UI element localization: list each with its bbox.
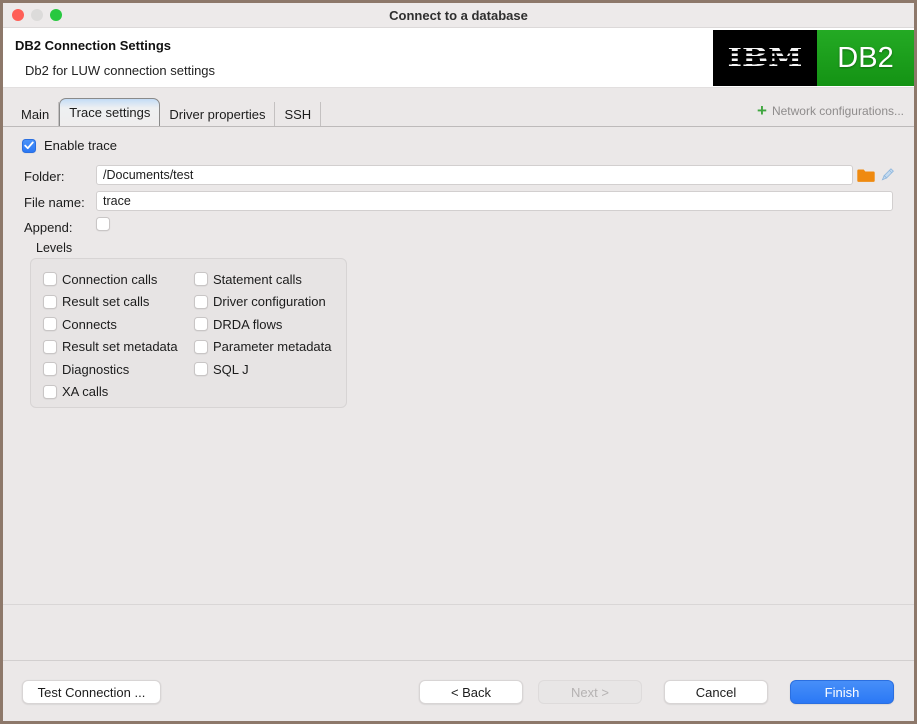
tab-bar: Main Trace settings Driver properties SS… [3, 99, 914, 127]
cancel-button[interactable]: Cancel [664, 680, 768, 704]
window-title: Connect to a database [3, 3, 914, 28]
folder-input[interactable] [96, 165, 853, 185]
folder-icon[interactable] [857, 167, 875, 188]
result-set-metadata-checkbox[interactable] [43, 340, 57, 354]
connects-checkbox[interactable] [43, 317, 57, 331]
level-row: XA calls [43, 385, 178, 399]
checkbox-label: Result set calls [62, 294, 149, 309]
level-row: Parameter metadata [194, 340, 332, 354]
driver-configuration-checkbox[interactable] [194, 295, 208, 309]
drda-flows-checkbox[interactable] [194, 317, 208, 331]
pencil-icon[interactable] [879, 167, 895, 188]
level-row: Result set metadata [43, 340, 178, 354]
checkbox-label: SQL J [213, 362, 249, 377]
checkbox-label: XA calls [62, 384, 108, 399]
test-connection-button[interactable]: Test Connection ... [22, 680, 161, 704]
checkbox-label: Parameter metadata [213, 339, 332, 354]
checkbox-label: DRDA flows [213, 317, 282, 332]
tab-main[interactable]: Main [11, 102, 59, 126]
append-label: Append: [24, 220, 72, 235]
page-title: DB2 Connection Settings [15, 38, 171, 53]
level-row: SQL J [194, 362, 332, 376]
network-configurations-link[interactable]: + Network configurations... [757, 104, 904, 118]
checkbox-label: Diagnostics [62, 362, 129, 377]
checkbox-label: Result set metadata [62, 339, 178, 354]
ibm-stripes-decoration [713, 43, 817, 73]
file-name-label: File name: [24, 195, 85, 210]
checkbox-label: Connection calls [62, 272, 157, 287]
content-separator [3, 604, 914, 605]
next-button: Next > [538, 680, 642, 704]
folder-label: Folder: [24, 169, 64, 184]
finish-button[interactable]: Finish [790, 680, 894, 704]
sql-j-checkbox[interactable] [194, 362, 208, 376]
enable-trace-row: Enable trace [22, 138, 117, 153]
append-checkbox[interactable] [96, 217, 110, 231]
file-name-input[interactable] [96, 191, 893, 211]
footer-separator [3, 660, 914, 661]
enable-trace-checkbox[interactable] [22, 139, 36, 153]
tab-driver-properties[interactable]: Driver properties [160, 102, 275, 126]
titlebar: Connect to a database [3, 3, 914, 28]
statement-calls-checkbox[interactable] [194, 272, 208, 286]
levels-group-label: Levels [36, 241, 72, 255]
result-set-calls-checkbox[interactable] [43, 295, 57, 309]
tab-trace-settings[interactable]: Trace settings [59, 98, 160, 126]
checkbox-label: Driver configuration [213, 294, 326, 309]
ibm-logo: IBM [713, 30, 817, 86]
level-row: DRDA flows [194, 317, 332, 331]
level-row: Connects [43, 317, 178, 331]
page-subtitle: Db2 for LUW connection settings [25, 63, 215, 78]
level-row: Result set calls [43, 295, 178, 309]
diagnostics-checkbox[interactable] [43, 362, 57, 376]
level-row: Statement calls [194, 272, 332, 286]
plus-icon: + [757, 105, 767, 117]
level-row: Connection calls [43, 272, 178, 286]
tab-ssh[interactable]: SSH [275, 102, 321, 126]
level-row: Diagnostics [43, 362, 178, 376]
levels-group: Connection calls Result set calls Connec… [30, 258, 347, 408]
db2-logo: DB2 [817, 30, 914, 86]
checkbox-label: Connects [62, 317, 117, 332]
parameter-metadata-checkbox[interactable] [194, 340, 208, 354]
checkbox-label: Statement calls [213, 272, 302, 287]
connect-database-dialog: Connect to a database DB2 Connection Set… [0, 0, 917, 724]
enable-trace-label: Enable trace [44, 138, 117, 153]
connection-calls-checkbox[interactable] [43, 272, 57, 286]
dialog-header: DB2 Connection Settings Db2 for LUW conn… [3, 28, 914, 88]
back-button[interactable]: < Back [419, 680, 523, 704]
ibm-db2-logo: IBM DB2 [713, 30, 914, 86]
xa-calls-checkbox[interactable] [43, 385, 57, 399]
network-configurations-label: Network configurations... [772, 104, 904, 118]
level-row: Driver configuration [194, 295, 332, 309]
